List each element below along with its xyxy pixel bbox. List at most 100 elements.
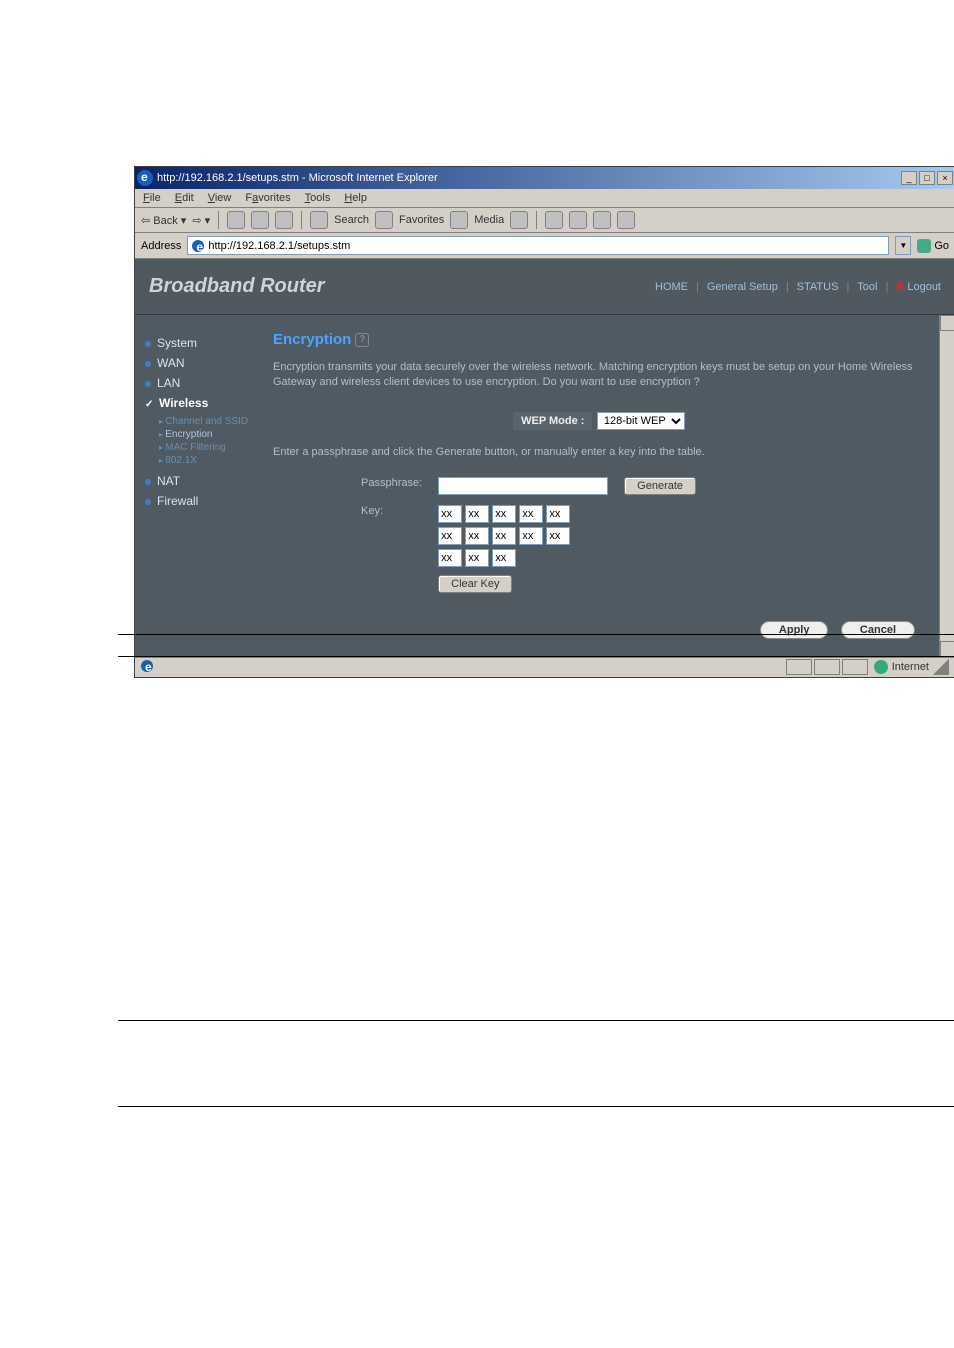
nav-tool[interactable]: Tool — [857, 281, 877, 293]
menu-help[interactable]: Help — [344, 192, 367, 204]
apply-button[interactable]: Apply — [760, 621, 829, 639]
passphrase-label: Passphrase: — [353, 472, 430, 500]
menu-view[interactable]: View — [208, 192, 232, 204]
sidebar-item-wireless[interactable]: ✓Wireless — [145, 393, 263, 413]
status-left — [141, 660, 153, 675]
menu-tools[interactable]: Tools — [305, 192, 331, 204]
browser-window: http://192.168.2.1/setups.stm - Microsof… — [134, 166, 954, 678]
sidebar-item-nat[interactable]: NAT — [145, 471, 263, 491]
search-icon[interactable] — [310, 211, 328, 229]
nav-status[interactable]: STATUS — [797, 281, 839, 293]
media-icon[interactable] — [450, 211, 468, 229]
menu-favorites[interactable]: Favorites — [245, 192, 290, 204]
page-content: Broadband Router HOME| General Setup| ST… — [135, 259, 954, 657]
toolbar: ⇦ Back ▾ ⇨ ▾ Search Favorites Media — [135, 208, 954, 233]
go-button[interactable]: Go — [917, 239, 949, 253]
subitem-8021x[interactable]: 802.1X — [159, 454, 263, 467]
help-icon[interactable]: ? — [355, 333, 369, 347]
ie-icon — [137, 170, 153, 186]
wep-mode-label: WEP Mode : — [513, 412, 592, 430]
key-input-9[interactable] — [519, 527, 543, 545]
bottom-buttons: Apply Cancel — [273, 620, 925, 639]
page-icon — [192, 240, 204, 252]
status-right: Internet — [786, 659, 949, 675]
key-grid: Clear Key — [430, 500, 704, 598]
resize-grip[interactable] — [933, 659, 949, 675]
sidebar-item-system[interactable]: System — [145, 333, 263, 353]
key-input-6[interactable] — [438, 527, 462, 545]
forward-button[interactable]: ⇨ ▾ — [192, 214, 210, 227]
logout-icon — [896, 282, 904, 290]
minimize-button[interactable]: _ — [901, 171, 917, 185]
scroll-up-icon[interactable]: ▴ — [940, 315, 954, 331]
sidebar-item-firewall[interactable]: Firewall — [145, 491, 263, 511]
history-icon[interactable] — [510, 211, 528, 229]
favorites-label: Favorites — [399, 214, 444, 226]
header-strip: Broadband Router HOME| General Setup| ST… — [135, 259, 954, 315]
maximize-button[interactable]: □ — [919, 171, 935, 185]
key-input-13[interactable] — [492, 549, 516, 567]
menu-edit[interactable]: Edit — [175, 192, 194, 204]
discuss-icon[interactable] — [617, 211, 635, 229]
menubar: File Edit View Favorites Tools Help — [135, 189, 954, 208]
main-panel: Encryption? Encryption transmits your da… — [263, 315, 954, 657]
nav-logout[interactable]: Logout — [896, 281, 941, 293]
home-icon[interactable] — [275, 211, 293, 229]
status-bar: Internet — [135, 657, 954, 677]
top-nav: HOME| General Setup| STATUS| Tool| Logou… — [655, 281, 941, 293]
sidebar: System WAN LAN ✓Wireless Channel and SSI… — [135, 315, 263, 657]
internet-icon — [874, 660, 888, 674]
section-title: Encryption? — [273, 331, 925, 348]
generate-button[interactable]: Generate — [624, 477, 696, 495]
address-bar: Address http://192.168.2.1/setups.stm ▼ … — [135, 233, 954, 259]
address-label: Address — [141, 240, 181, 252]
mail-icon[interactable] — [545, 211, 563, 229]
nav-general[interactable]: General Setup — [707, 281, 778, 293]
close-button[interactable]: × — [937, 171, 953, 185]
back-button[interactable]: ⇦ Back ▾ — [141, 214, 186, 227]
key-input-11[interactable] — [438, 549, 462, 567]
key-input-4[interactable] — [519, 505, 543, 523]
clear-key-button[interactable]: Clear Key — [438, 575, 512, 593]
go-icon — [917, 239, 931, 253]
wep-mode-row: WEP Mode : 128-bit WEP — [273, 411, 925, 430]
stop-icon[interactable] — [227, 211, 245, 229]
media-label: Media — [474, 214, 504, 226]
intro-text: Encryption transmits your data securely … — [273, 360, 925, 391]
status-page-icon — [141, 660, 153, 672]
brand-title: Broadband Router — [149, 275, 325, 298]
key-input-10[interactable] — [546, 527, 570, 545]
status-internet: Internet — [892, 661, 929, 673]
sidebar-item-wan[interactable]: WAN — [145, 353, 263, 373]
subitem-encryption[interactable]: Encryption — [159, 428, 263, 441]
scrollbar[interactable]: ▴ ▾ — [939, 315, 954, 657]
key-input-7[interactable] — [465, 527, 489, 545]
nav-home[interactable]: HOME — [655, 281, 688, 293]
key-label: Key: — [353, 500, 430, 598]
key-input-2[interactable] — [465, 505, 489, 523]
subitem-channel[interactable]: Channel and SSID — [159, 415, 263, 428]
key-input-12[interactable] — [465, 549, 489, 567]
scroll-down-icon[interactable]: ▾ — [940, 641, 954, 657]
search-label: Search — [334, 214, 369, 226]
cancel-button[interactable]: Cancel — [841, 621, 915, 639]
passphrase-input[interactable] — [438, 477, 608, 495]
address-input[interactable]: http://192.168.2.1/setups.stm — [187, 236, 889, 255]
address-dropdown[interactable]: ▼ — [895, 236, 911, 255]
encryption-form: Passphrase: Generate Key: — [353, 472, 704, 598]
menu-file[interactable]: File — [143, 192, 161, 204]
key-input-3[interactable] — [492, 505, 516, 523]
wep-mode-select[interactable]: 128-bit WEP — [597, 412, 685, 430]
subitem-macfilter[interactable]: MAC Filtering — [159, 441, 263, 454]
key-input-5[interactable] — [546, 505, 570, 523]
edit-icon[interactable] — [593, 211, 611, 229]
key-input-1[interactable] — [438, 505, 462, 523]
key-input-8[interactable] — [492, 527, 516, 545]
sidebar-subitems: Channel and SSID Encryption MAC Filterin… — [159, 415, 263, 467]
print-icon[interactable] — [569, 211, 587, 229]
favorites-icon[interactable] — [375, 211, 393, 229]
titlebar: http://192.168.2.1/setups.stm - Microsof… — [135, 167, 954, 189]
sidebar-item-lan[interactable]: LAN — [145, 373, 263, 393]
refresh-icon[interactable] — [251, 211, 269, 229]
instruction-text: Enter a passphrase and click the Generat… — [273, 446, 925, 458]
